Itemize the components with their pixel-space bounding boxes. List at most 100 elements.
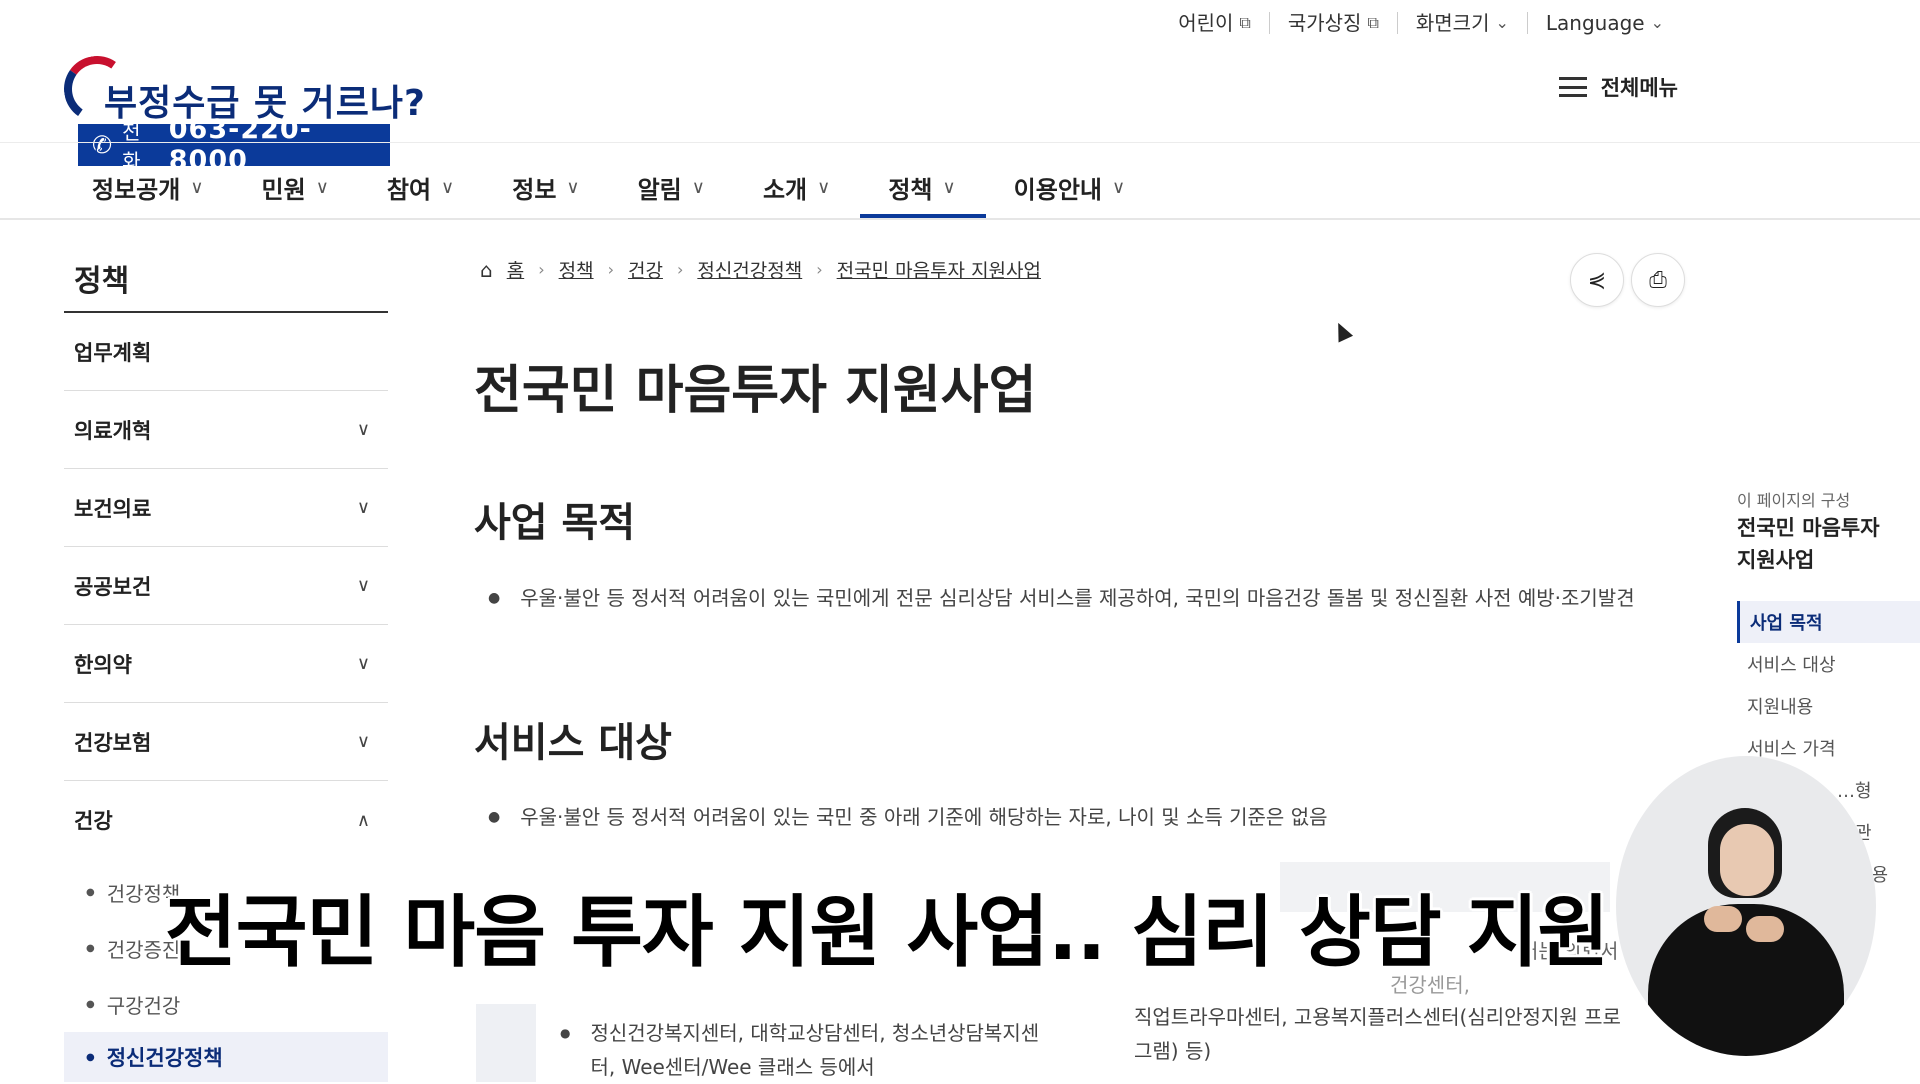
sidebar-item-health-insurance[interactable]: 건강보험 ∨ [64, 703, 388, 781]
sidebar-subitem-oral-health[interactable]: ● 구강건강 [86, 976, 386, 1032]
chevron-down-icon: ∨ [817, 176, 831, 198]
main-navigation: 정보공개 ∨ 민원 ∨ 참여 ∨ 정보 ∨ 알림 ∨ 소개 ∨ 정책 ∨ 이용안내 ∨ [92, 160, 1126, 218]
sidebar-nav: 업무계획 의료개혁 ∨ 보건의료 ∨ 공공보건 ∨ 한의약 ∨ 건강보험 ∨ 건강 ∧ [64, 313, 388, 859]
chevron-down-icon: ∨ [566, 176, 580, 198]
chevron-down-icon: ∨ [356, 497, 370, 518]
bullet-icon: ● [560, 1026, 571, 1040]
chevron-down-icon: ⌄ [1495, 13, 1509, 32]
sidebar-item-public-health[interactable]: 공공보건 ∨ [64, 547, 388, 625]
sidebar-item-health-care[interactable]: 보건의료 ∨ [64, 469, 388, 547]
toc-title: 전국민 마음투자 지원사업 [1737, 516, 1880, 572]
utility-national-symbol-label: 국가상징 [1287, 11, 1362, 35]
sidebar-title: 정책 [74, 264, 130, 299]
list-item: ● 정신건강복지센터, 대학교상담센터, 청소년상담복지센터, Wee센터/We… [560, 1016, 1060, 1084]
printer-icon: ⎙ [1649, 267, 1667, 293]
gnb-item-label: 정보공개 [92, 175, 181, 204]
bullet-icon: ● [488, 590, 501, 606]
gnb-item-notice[interactable]: 알림 ∨ [638, 160, 705, 214]
chevron-down-icon: ∨ [942, 176, 956, 198]
sidebar-item-label: 공공보건 [74, 574, 152, 599]
external-link-icon: ⧉ [1239, 13, 1251, 32]
section-text: 우울·불안 등 정서적 어려움이 있는 국민에게 전문 심리상담 서비스를 제공… [520, 586, 1635, 610]
gnb-item-policy[interactable]: 정책 ∨ [860, 160, 987, 218]
chevron-right-icon: › [676, 260, 684, 279]
chevron-down-icon: ∨ [441, 176, 455, 198]
utility-kids-label: 어린이 [1178, 11, 1234, 35]
gnb-item-usage-guide[interactable]: 이용안내 ∨ [1014, 160, 1126, 214]
sidebar-item-korean-medicine[interactable]: 한의약 ∨ [64, 625, 388, 703]
breadcrumb: ⌂ 홈 › 정책 › 건강 › 정신건강정책 › 전국민 마음투자 지원사업 [480, 256, 1041, 283]
hamburger-icon [1558, 77, 1587, 97]
sidebar-item-health[interactable]: 건강 ∧ [64, 781, 388, 859]
breadcrumb-mental-health-policy[interactable]: 정신건강정책 [697, 256, 802, 283]
section-text: 우울·불안 등 정서적 어려움이 있는 국민 중 아래 기준에 해당하는 자로,… [520, 805, 1328, 829]
phone-icon: ✆ [92, 131, 113, 159]
sidebar-item-medical-reform[interactable]: 의료개혁 ∨ [64, 391, 388, 469]
toc-item-support[interactable]: 지원내용 [1737, 685, 1920, 727]
chevron-down-icon: ⌄ [1650, 13, 1664, 32]
external-link-icon: ⧉ [1367, 13, 1379, 32]
utility-language-dropdown[interactable]: Language ⌄ [1526, 11, 1682, 35]
chevron-down-icon: ∨ [315, 176, 329, 198]
interpreter-face [1720, 824, 1774, 896]
chevron-down-icon: ∨ [691, 176, 705, 198]
sidebar-subitem-mental-health-policy[interactable]: ● 정신건강정책 [64, 1032, 388, 1082]
bullet-icon: ● [86, 942, 95, 954]
utility-language-label: Language [1545, 11, 1645, 35]
sign-language-interpreter-video [1616, 756, 1876, 1056]
home-icon[interactable]: ⌂ [480, 258, 493, 282]
utility-font-size-dropdown[interactable]: 화면크기 ⌄ [1396, 11, 1527, 35]
print-button[interactable]: ⎙ [1631, 253, 1685, 307]
interpreter-hand [1746, 916, 1784, 942]
utility-kids-link[interactable]: 어린이 ⧉ [1160, 12, 1269, 34]
sidebar-subitem-label: 구강건강 [106, 993, 181, 1018]
bullet-icon: ● [86, 1051, 95, 1063]
header-divider [0, 142, 1920, 143]
toc-item-target[interactable]: 서비스 대상 [1737, 643, 1920, 685]
utility-font-size-label: 화면크기 [1415, 11, 1490, 35]
all-menu-button[interactable]: 전체메뉴 [1558, 72, 1678, 102]
bullet-icon: ● [86, 998, 95, 1010]
sidebar-item-label: 업무계획 [74, 340, 152, 365]
sidebar-item-work-plan[interactable]: 업무계획 [64, 313, 388, 391]
chevron-down-icon: ∨ [356, 419, 370, 440]
utility-national-symbol-link[interactable]: 국가상징 ⧉ [1268, 11, 1397, 35]
toc-item-purpose[interactable]: 사업 목적 [1737, 601, 1920, 643]
sidebar-item-label: 의료개혁 [74, 418, 152, 443]
section-text-target: ● 우울·불안 등 정서적 어려움이 있는 국민 중 아래 기준에 해당하는 자… [488, 800, 1648, 834]
breadcrumb-health[interactable]: 건강 [628, 256, 663, 283]
gnb-item-label: 알림 [637, 175, 682, 204]
share-icon: ⋞ [1587, 267, 1607, 293]
content-box [476, 1004, 536, 1082]
chevron-down-icon: ∨ [1112, 176, 1126, 198]
interpreter-hand [1704, 906, 1742, 932]
share-button[interactable]: ⋞ [1570, 253, 1624, 307]
gnb-item-info-disclosure[interactable]: 정보공개 ∨ [92, 160, 204, 214]
gnb-item-participation[interactable]: 참여 ∨ [387, 160, 454, 214]
gnb-item-label: 소개 [762, 175, 808, 204]
chevron-down-icon: ∨ [356, 575, 370, 596]
page-title: 전국민 마음투자 지원사업 [474, 361, 1037, 421]
chevron-right-icon: › [607, 260, 614, 279]
gnb-item-label: 이용안내 [1013, 175, 1102, 204]
gnb-item-label: 민원 [261, 175, 306, 204]
mouse-cursor-icon [1330, 319, 1354, 343]
chevron-right-icon: › [816, 260, 823, 279]
sidebar-subitem-label: 정신건강정책 [106, 1046, 223, 1070]
section-text-purpose: ● 우울·불안 등 정서적 어려움이 있는 국민에게 전문 심리상담 서비스를 … [488, 581, 1648, 615]
gnb-item-about[interactable]: 소개 ∨ [763, 160, 830, 214]
gnb-item-label: 정보 [512, 175, 557, 204]
chevron-down-icon: ∨ [356, 731, 370, 752]
breadcrumb-policy[interactable]: 정책 [559, 256, 594, 283]
chevron-down-icon: ∨ [190, 176, 204, 198]
toc-label: 이 페이지의 구성 [1737, 491, 1851, 510]
breadcrumb-home[interactable]: 홈 [507, 256, 524, 283]
bullet-icon: ● [86, 886, 95, 898]
gnb-item-civil[interactable]: 민원 ∨ [262, 160, 329, 214]
sidebar-item-label: 건강보험 [74, 730, 152, 755]
chevron-right-icon: › [538, 260, 545, 279]
breadcrumb-current[interactable]: 전국민 마음투자 지원사업 [837, 256, 1041, 283]
gnb-item-label: 정책 [888, 175, 933, 204]
chevron-down-icon: ∨ [356, 653, 370, 674]
gnb-item-information[interactable]: 정보 ∨ [512, 160, 579, 214]
